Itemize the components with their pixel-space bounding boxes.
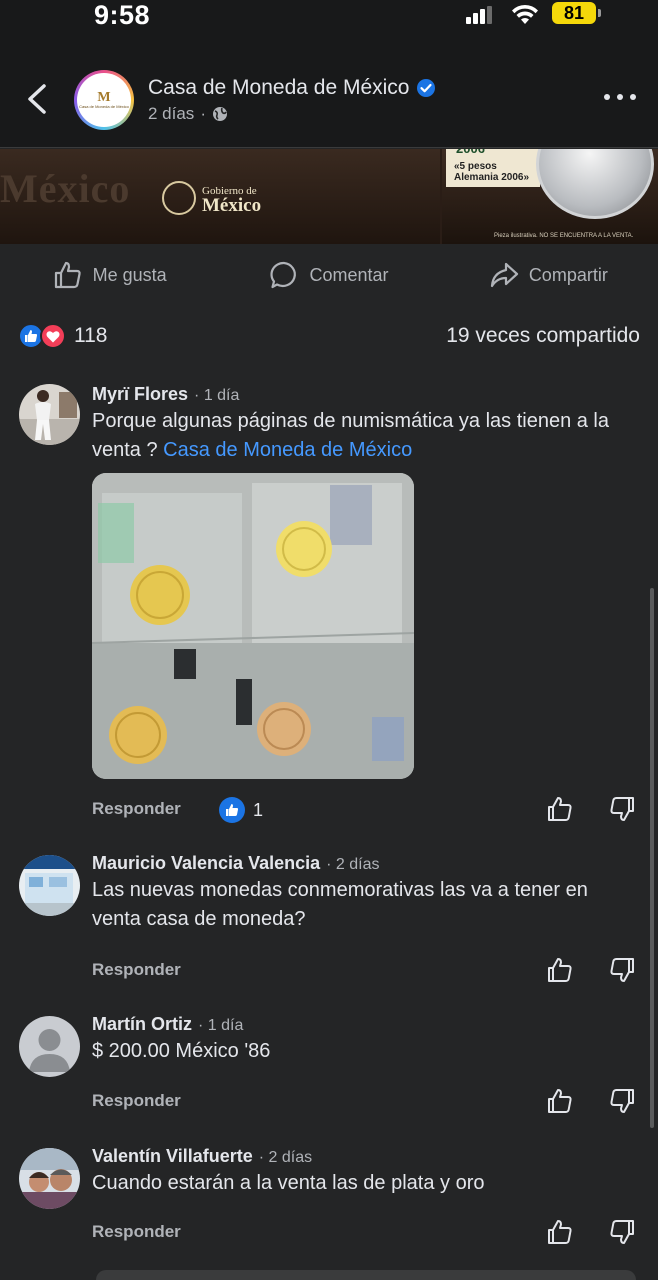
thumbs-up-icon [54, 261, 81, 289]
back-arrow-icon[interactable] [22, 82, 52, 116]
avatar-photo [19, 1148, 80, 1209]
love-reaction-icon [40, 323, 66, 349]
page-logo: M Casa de Moneda de México [77, 73, 131, 127]
scrollbar[interactable] [650, 588, 654, 1128]
comment-attachment-photo[interactable] [92, 473, 414, 779]
coins-in-plastic-photo [92, 473, 414, 779]
verified-badge-icon [416, 79, 435, 97]
comment-composer-bar[interactable] [96, 1270, 636, 1280]
comment-footer: Responder [92, 1087, 640, 1117]
comment-body: Martín Ortiz · 1 día $ 200.00 México '86 [92, 1014, 640, 1066]
comment-reaction-count: 1 [253, 799, 264, 820]
post-time: 2 días [148, 104, 195, 123]
post-image[interactable]: México Gobierno de México 2006 «5 pesos … [0, 149, 658, 244]
comment-time: · 2 días [258, 1149, 313, 1166]
comment-footer: Responder 1 [92, 795, 640, 825]
upvote-icon[interactable] [546, 956, 574, 984]
page-avatar[interactable]: M Casa de Moneda de México [74, 70, 134, 130]
comment-time: · 2 días [326, 856, 380, 873]
comment-time: · 1 día [194, 387, 240, 404]
avatar-photo [19, 384, 80, 445]
commenter-name[interactable]: Valentín Villafuerte [92, 1146, 253, 1167]
status-bar: 9:58 81 [0, 0, 658, 40]
reply-button[interactable]: Responder [92, 960, 181, 980]
post-image-right: 2006 «5 pesos Alemania 2006» Pieza ilust… [442, 149, 658, 244]
share-label: Compartir [528, 264, 608, 285]
avatar-photo [19, 855, 80, 916]
page-name: Casa de Moneda de México [148, 76, 410, 99]
reply-button[interactable]: Responder [92, 799, 181, 819]
reaction-count-link[interactable]: 118 [18, 323, 107, 349]
image-background-word: México [0, 166, 131, 211]
government-seal-icon [162, 181, 196, 215]
post-image-left: México Gobierno de México [0, 149, 440, 244]
reaction-icons [18, 323, 68, 349]
coin-caption-line1: «5 pesos [454, 161, 497, 172]
meta-separator: · [200, 104, 206, 123]
downvote-icon[interactable] [608, 795, 636, 823]
page-mention-link[interactable]: Casa de Moneda de México [163, 439, 412, 461]
coin-caption-card: 2006 «5 pesos Alemania 2006» [446, 149, 540, 187]
globe-icon [212, 107, 227, 121]
share-count[interactable]: 19 veces compartido [446, 324, 640, 348]
battery-indicator: 81 [552, 2, 601, 24]
commenter-name[interactable]: Myrï Flores [92, 384, 188, 405]
like-button[interactable]: Me gusta [0, 244, 219, 306]
upvote-icon[interactable] [546, 1218, 574, 1246]
comment-label: Comentar [309, 264, 389, 285]
downvote-icon[interactable] [608, 1218, 636, 1246]
logo-text: Casa de Moneda de México [79, 103, 129, 109]
share-arrow-icon [490, 262, 518, 288]
page-header: M Casa de Moneda de México Casa de Moned… [0, 40, 658, 148]
like-label: Me gusta [92, 264, 167, 285]
like-reaction-icon [219, 797, 245, 823]
comment-text: Porque algunas páginas de numismática ya… [92, 407, 640, 465]
silver-coin-image [536, 149, 654, 219]
commenter-avatar[interactable] [19, 1016, 80, 1077]
reply-button[interactable]: Responder [92, 1091, 181, 1111]
comment-body: Mauricio Valencia Valencia · 2 días Las … [92, 853, 640, 934]
commenter-avatar[interactable] [19, 384, 80, 445]
image-disclaimer: Pieza ilustrativa. NO SE ENCUENTRA A LA … [494, 233, 634, 239]
reaction-count: 118 [74, 324, 108, 347]
reactions-summary: 118 19 veces compartido [18, 318, 640, 354]
upvote-icon[interactable] [546, 1087, 574, 1115]
share-button[interactable]: Compartir [439, 244, 658, 306]
comment-time: · 1 día [198, 1017, 244, 1034]
commenter-name[interactable]: Mauricio Valencia Valencia [92, 853, 320, 874]
page-title[interactable]: Casa de Moneda de México [148, 76, 436, 100]
commenter-avatar[interactable] [19, 1148, 80, 1209]
comment-reactions[interactable]: 1 [219, 797, 263, 823]
downvote-icon[interactable] [608, 1087, 636, 1115]
wifi-icon [512, 4, 538, 24]
government-label-line2: México [202, 195, 262, 216]
more-options-icon[interactable] [604, 94, 636, 106]
default-avatar-icon [19, 1016, 80, 1077]
commenter-name[interactable]: Martín Ortiz [92, 1014, 192, 1035]
comment-bubble-icon [270, 261, 297, 289]
comment-body: Valentín Villafuerte · 2 días Cuando est… [92, 1146, 640, 1198]
comment-text: $ 200.00 México '86 [92, 1040, 271, 1062]
post-meta: 2 días · [148, 104, 228, 124]
signal-icon [466, 6, 494, 24]
logo-mark: M [97, 89, 111, 105]
reply-button[interactable]: Responder [92, 1222, 181, 1242]
downvote-icon[interactable] [608, 956, 636, 984]
comment-body: Myrï Flores · 1 día Porque algunas págin… [92, 384, 640, 465]
coin-caption-line2: Alemania 2006» [454, 172, 530, 183]
post-actions: Me gusta Comentar Compartir [0, 244, 658, 306]
commenter-avatar[interactable] [19, 855, 80, 916]
comment-text: Cuando estarán a la venta las de plata y… [92, 1172, 485, 1194]
comment-text: Las nuevas monedas conmemorativas las va… [92, 879, 588, 930]
status-time: 9:58 [94, 0, 151, 30]
comment-button[interactable]: Comentar [219, 244, 438, 306]
upvote-icon[interactable] [546, 795, 574, 823]
comment-footer: Responder [92, 956, 640, 986]
coin-year: 2006 [456, 149, 485, 155]
comment-footer: Responder [92, 1218, 640, 1248]
